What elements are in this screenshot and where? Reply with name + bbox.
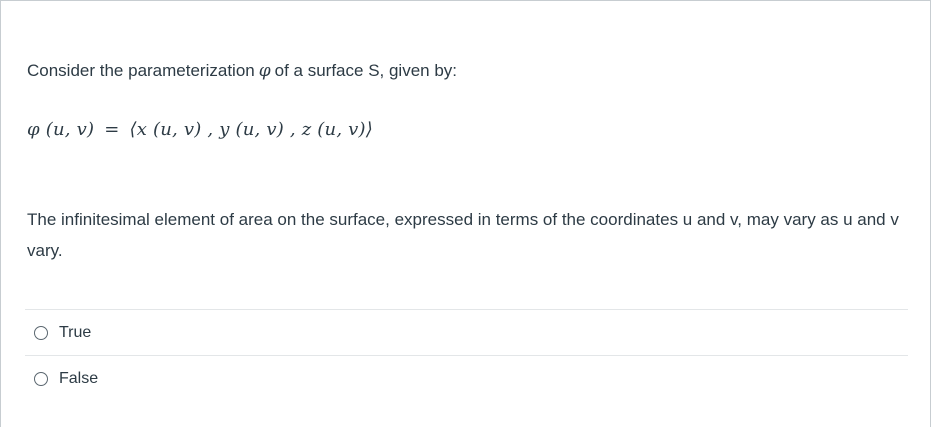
radio-button[interactable] xyxy=(34,325,48,340)
intro-text-after: of a surface S, given by: xyxy=(274,61,458,80)
phi-symbol: φ xyxy=(258,61,271,81)
parameterization-formula: φ (u, v) = ⟨x (u, v) , y (u, v) , z (u, v)… xyxy=(27,118,373,142)
option-true[interactable]: True xyxy=(25,309,908,355)
question-statement: The infinitesimal element of area on the… xyxy=(27,210,899,260)
radio-button[interactable] xyxy=(34,371,48,386)
formula-rhs: ⟨x (u, v) , y (u, v) , z (u, v)⟩ xyxy=(129,119,373,140)
option-label: False xyxy=(59,369,99,387)
option-false[interactable]: False xyxy=(25,355,908,401)
answer-options: True False xyxy=(25,309,908,401)
question-card: Consider the parameterization φ of a surfa… xyxy=(0,0,931,427)
formula-equals: = xyxy=(104,119,120,140)
question-intro: Consider the parameterization φ of a surfa… xyxy=(27,59,457,83)
intro-text-before: Consider the parameterization xyxy=(27,61,255,80)
option-label: True xyxy=(59,323,92,341)
formula-lhs: φ (u, v) xyxy=(27,119,95,140)
